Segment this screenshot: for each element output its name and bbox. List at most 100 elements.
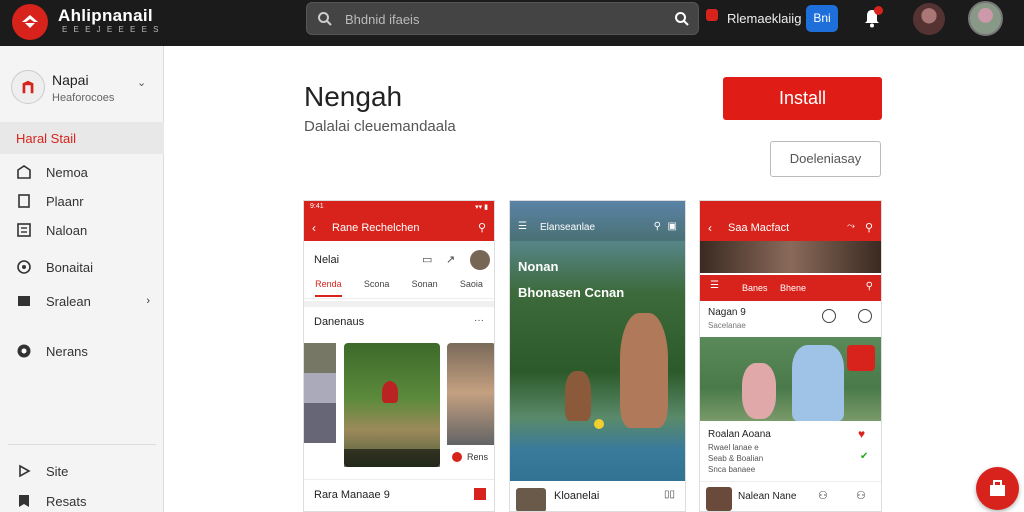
topbar-link[interactable]: Rlemaeklaiig: [727, 11, 801, 26]
tab[interactable]: Renda: [315, 279, 342, 297]
sidebar-item-label: Resats: [46, 493, 87, 509]
sidebar: Napai Heaforocoes ⌄ Haral Stail Nemoa Pl…: [0, 46, 164, 512]
home-icon: [17, 165, 31, 179]
user-icon[interactable]: ⚇: [856, 489, 866, 502]
developer-subtitle: Heaforocoes: [52, 92, 115, 104]
sidebar-item-site[interactable]: Site: [16, 460, 68, 482]
check-icon: ✔: [860, 451, 869, 462]
menu-icon[interactable]: ☰: [710, 280, 719, 291]
bookmark-icon: [19, 495, 29, 507]
back-arrow-icon: ‹: [708, 221, 712, 235]
options-icon[interactable]: [858, 309, 872, 323]
divider: [8, 444, 156, 445]
account-button[interactable]: Bni: [806, 5, 838, 32]
thumbnail: [516, 488, 546, 511]
search-input[interactable]: Bhdnid ifaeis: [306, 2, 699, 35]
document-icon: [18, 194, 30, 208]
bag-icon: [990, 480, 1005, 496]
thumbnail: [706, 487, 732, 511]
figure: [742, 363, 776, 419]
share-icon: ⤳: [847, 221, 855, 232]
top-bar: Ahlipnanail E E E J E E E E S Bhdnid ifa…: [0, 0, 1024, 46]
bell-badge: [874, 6, 883, 15]
header-title: Elanseanlae: [540, 222, 596, 233]
info-line: Seab & Boalian: [708, 454, 764, 463]
badge-icon: [474, 488, 486, 500]
list-title: Nalean Nane: [738, 491, 797, 502]
more-icon[interactable]: ···: [474, 315, 484, 326]
search-submit-icon[interactable]: [674, 11, 690, 27]
app-title: Nengah: [304, 81, 403, 112]
bookmark-icon: ▯▯: [663, 489, 675, 500]
row-subtitle: Sacelanae: [708, 321, 746, 330]
sidebar-item-active[interactable]: Haral Stail: [0, 122, 164, 154]
carousel-card[interactable]: [344, 343, 440, 467]
sidebar-item-resats[interactable]: Resats: [16, 490, 86, 512]
search-icon: ⚲: [477, 222, 486, 234]
divider: [304, 301, 494, 307]
avatar: [470, 250, 490, 270]
sidebar-item-label: Sralean: [46, 293, 91, 309]
sidebar-item-plans[interactable]: Plaanr: [16, 190, 84, 212]
tab[interactable]: Scona: [364, 279, 390, 298]
developer-logo-icon: [11, 70, 45, 104]
person-figure: [792, 345, 844, 421]
chevron-down-icon[interactable]: ⌄: [137, 76, 146, 89]
tab[interactable]: Sonan: [412, 279, 438, 298]
info-line: Rwael lanae e: [708, 443, 759, 452]
info-title: Roalan Aoana: [708, 429, 771, 440]
list-title: Rara Manaae 9: [314, 489, 390, 501]
sidebar-item-label: Bonaitai: [46, 259, 93, 275]
tab[interactable]: Bhene: [780, 283, 806, 293]
sidebar-item-stream[interactable]: Sralean ›: [16, 290, 150, 312]
carousel-card[interactable]: Rens: [447, 343, 494, 467]
tab[interactable]: Saoia: [460, 279, 483, 298]
app-header: 9:41 ▾▾ ▮ ‹ Rane Rechelchen ⚲: [304, 201, 494, 241]
app-developer: Dalalai cleuemandaala: [304, 118, 456, 135]
secondary-button[interactable]: Doeleniasay: [770, 141, 881, 177]
play-icon: [19, 464, 31, 478]
developer-name: Napai: [52, 72, 89, 88]
app-screenshot-3[interactable]: ‹ Saa Macfact ⤳ ⚲ ☰ Banes Bhene ⚲ Nagan …: [699, 200, 882, 512]
search-icon: [318, 12, 332, 26]
carousel-card[interactable]: [304, 343, 336, 443]
sidebar-item-label: Haral Stail: [16, 131, 76, 146]
sidebar-item-reload[interactable]: Naloan: [16, 219, 87, 241]
sidebar-item-home[interactable]: Nemoa: [16, 161, 88, 183]
sidebar-item-label: Nemoa: [46, 164, 88, 180]
user-avatar[interactable]: [968, 1, 1003, 36]
heart-icon[interactable]: ♥: [858, 427, 865, 441]
notification-dot-icon[interactable]: [706, 9, 718, 21]
info-line: Snca banaee: [708, 465, 756, 474]
banner-image: [700, 241, 881, 273]
overlay-title: Nonan: [518, 259, 559, 274]
app-screenshot-1[interactable]: 9:41 ▾▾ ▮ ‹ Rane Rechelchen ⚲ Nelai ▭ ↗ …: [303, 200, 495, 512]
card-label: Rens: [467, 452, 489, 462]
avatar[interactable]: [913, 3, 945, 35]
app-logo-icon[interactable]: [12, 4, 48, 40]
sidebar-item-news[interactable]: Nerans: [16, 340, 88, 362]
app-header: ☰ Elanseanlae ⚲ ▣: [510, 201, 685, 241]
sidebar-item-bonus[interactable]: Bonaitai: [16, 256, 93, 278]
brand-tagline: E E E J E E E E S: [62, 25, 161, 34]
floating-action-button[interactable]: [976, 467, 1019, 510]
sidebar-item-label: Naloan: [46, 222, 88, 238]
search-icon[interactable]: ⚲: [866, 281, 873, 292]
menu-icon: ☰: [518, 221, 527, 232]
tab[interactable]: Banes: [742, 283, 768, 293]
row-title: Nagan 9: [708, 307, 746, 318]
divider: [304, 479, 494, 480]
list-title: Kloanelai: [554, 490, 600, 502]
bottom-card: Kloanelai ▯▯: [510, 481, 685, 511]
person-icon[interactable]: ⚇: [818, 489, 828, 502]
person-figure: [620, 313, 668, 428]
tag-icon: [17, 260, 31, 274]
brand-name: Ahlipnanail: [58, 6, 153, 25]
sidebar-item-label: Site: [46, 463, 69, 479]
divider: [700, 481, 881, 482]
search-icon[interactable]: [822, 309, 836, 323]
photo: [700, 337, 881, 421]
install-button[interactable]: Install: [723, 77, 882, 120]
camera-icon: ▣: [667, 221, 677, 232]
app-screenshot-2[interactable]: ☰ Elanseanlae ⚲ ▣ Nonan Bhonasen Ccnan K…: [509, 200, 686, 512]
